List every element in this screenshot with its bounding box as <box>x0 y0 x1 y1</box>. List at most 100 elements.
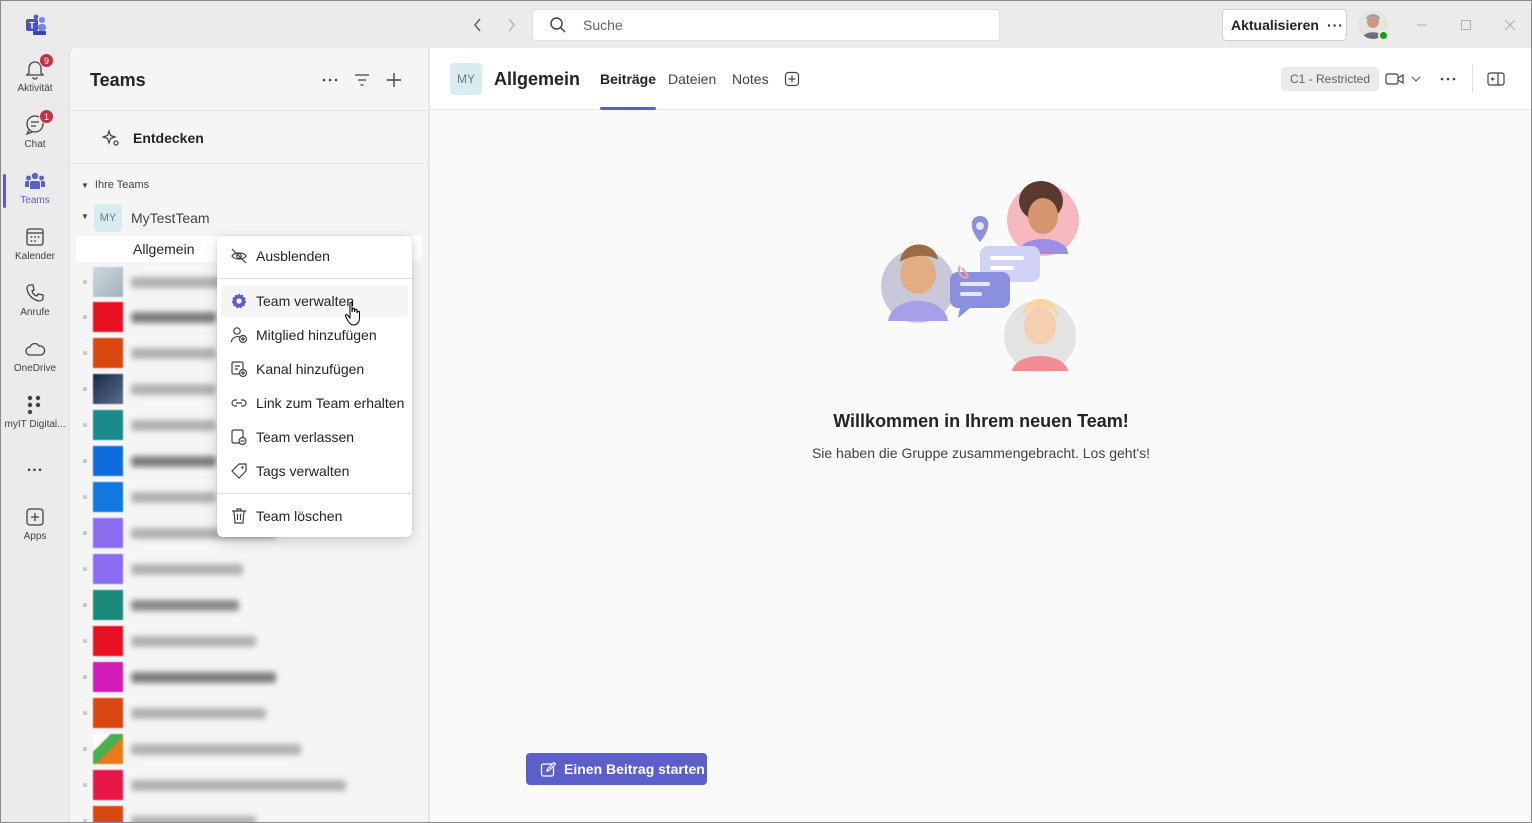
minimize-button[interactable] <box>1410 13 1434 37</box>
chevron-left-icon <box>474 18 481 32</box>
chat-badge: 1 <box>39 109 54 124</box>
team-name <box>131 708 266 719</box>
create-team-button[interactable] <box>382 68 406 92</box>
rail-more-button[interactable]: ... <box>1 448 69 488</box>
phone-icon <box>26 284 44 302</box>
team-name <box>131 492 216 503</box>
menu-item-get-link[interactable]: Link zum Team erhalten <box>221 387 408 419</box>
team-name <box>131 744 301 755</box>
rail-item-activity[interactable]: 9 Aktivität <box>1 48 69 104</box>
welcome-title: Willkommen in Ihrem neuen Team! <box>833 411 1129 431</box>
compose-icon <box>540 761 557 777</box>
title-bar: T Aktualisieren ··· <box>1 1 1531 48</box>
team-name <box>131 420 216 431</box>
team-item[interactable] <box>70 662 428 692</box>
app-dots-icon <box>27 395 41 415</box>
team-name: MyTestTeam <box>131 210 210 226</box>
menu-item-delete-team[interactable]: Team löschen <box>221 500 408 532</box>
more-options-button[interactable] <box>318 68 342 92</box>
chevron-right-icon <box>83 675 87 679</box>
menu-item-leave-team[interactable]: Team verlassen <box>221 421 408 453</box>
maximize-button[interactable] <box>1454 13 1478 37</box>
chevron-right-icon <box>83 603 87 607</box>
team-avatar <box>93 267 123 297</box>
sensitivity-label-badge[interactable]: C1 - Restricted <box>1281 67 1380 91</box>
start-post-label: Einen Beitrag starten <box>564 761 705 777</box>
back-button[interactable] <box>466 13 490 37</box>
chevron-right-icon <box>83 315 87 319</box>
filter-icon <box>355 74 369 86</box>
your-teams-section[interactable]: ▼ Ihre Teams <box>81 179 149 191</box>
team-avatar <box>93 446 123 476</box>
filter-button[interactable] <box>350 68 374 92</box>
discover-button[interactable]: Entdecken <box>70 110 428 164</box>
plus-icon <box>387 73 401 87</box>
team-name <box>131 384 216 395</box>
discover-label: Entdecken <box>133 130 204 146</box>
rail-item-label: myIT Digital... <box>4 419 66 430</box>
video-camera-icon <box>1385 73 1404 85</box>
meet-button[interactable] <box>1385 67 1421 91</box>
team-item[interactable] <box>70 590 428 620</box>
teams-logo-icon[interactable]: T <box>25 14 47 36</box>
chevron-right-icon <box>83 639 87 643</box>
start-post-button[interactable]: Einen Beitrag starten <box>526 753 707 785</box>
channel-header: MY Allgemein Beiträge Dateien Notes C1 -… <box>430 48 1531 110</box>
menu-item-add-channel[interactable]: Kanal hinzufügen <box>221 353 408 385</box>
team-item[interactable] <box>70 806 428 822</box>
svg-text:T: T <box>29 21 35 31</box>
tab-posts[interactable]: Beiträge <box>600 71 657 110</box>
team-avatar: MY <box>94 204 122 232</box>
team-name <box>131 600 239 611</box>
rail-item-calendar[interactable]: Kalender <box>1 216 69 272</box>
menu-item-manage-team[interactable]: Team verwalten <box>221 285 408 317</box>
tab-notes[interactable]: Notes <box>732 71 769 110</box>
search-input[interactable] <box>583 17 983 33</box>
team-avatar <box>93 338 123 368</box>
gear-icon <box>231 293 247 309</box>
rail-item-calls[interactable]: Anrufe <box>1 272 69 328</box>
team-avatar <box>93 590 123 620</box>
forward-button[interactable] <box>499 13 523 37</box>
channel-avatar: MY <box>450 63 482 95</box>
team-avatar <box>93 662 123 692</box>
team-avatar <box>93 698 123 728</box>
rail-item-teams[interactable]: Teams <box>1 160 69 216</box>
rail-item-label: Anrufe <box>20 307 50 318</box>
team-name <box>131 312 216 323</box>
team-item[interactable] <box>70 554 428 584</box>
user-avatar-button[interactable] <box>1359 11 1389 41</box>
rail-item-apps[interactable]: Apps <box>1 496 69 552</box>
team-name <box>131 456 216 467</box>
team-avatar <box>93 374 123 404</box>
team-item-mytestteam[interactable]: ▼ MY MyTestTeam <box>70 203 428 232</box>
tab-files[interactable]: Dateien <box>668 71 716 110</box>
update-button[interactable]: Aktualisieren ··· <box>1222 9 1347 41</box>
rail-item-label: Chat <box>24 139 46 150</box>
team-name <box>131 816 256 822</box>
team-avatar <box>93 626 123 656</box>
team-item[interactable] <box>70 770 428 800</box>
team-name <box>131 672 276 683</box>
channel-more-button[interactable] <box>1436 67 1460 91</box>
teams-icon <box>25 172 45 189</box>
team-item[interactable] <box>70 734 428 764</box>
team-item[interactable] <box>70 626 428 656</box>
menu-item-manage-tags[interactable]: Tags verwalten <box>221 455 408 487</box>
close-button[interactable] <box>1498 13 1522 37</box>
menu-item-hide[interactable]: Ausblenden <box>221 240 408 272</box>
chevron-right-icon <box>83 351 87 355</box>
channel-add-icon <box>231 361 248 378</box>
rail-item-myit[interactable]: myIT Digital... <box>1 384 69 440</box>
rail-item-onedrive[interactable]: OneDrive <box>1 328 69 384</box>
open-pane-button[interactable] <box>1484 67 1508 91</box>
section-label: Ihre Teams <box>94 179 150 191</box>
calendar-icon <box>26 228 44 246</box>
menu-item-add-member[interactable]: Mitglied hinzufügen <box>221 319 408 351</box>
team-name <box>131 780 346 791</box>
team-item[interactable] <box>70 698 428 728</box>
search-box[interactable] <box>532 9 1000 41</box>
rail-item-chat[interactable]: 1 Chat <box>1 104 69 160</box>
add-tab-icon[interactable] <box>784 71 800 87</box>
menu-item-label: Mitglied hinzufügen <box>256 327 377 343</box>
